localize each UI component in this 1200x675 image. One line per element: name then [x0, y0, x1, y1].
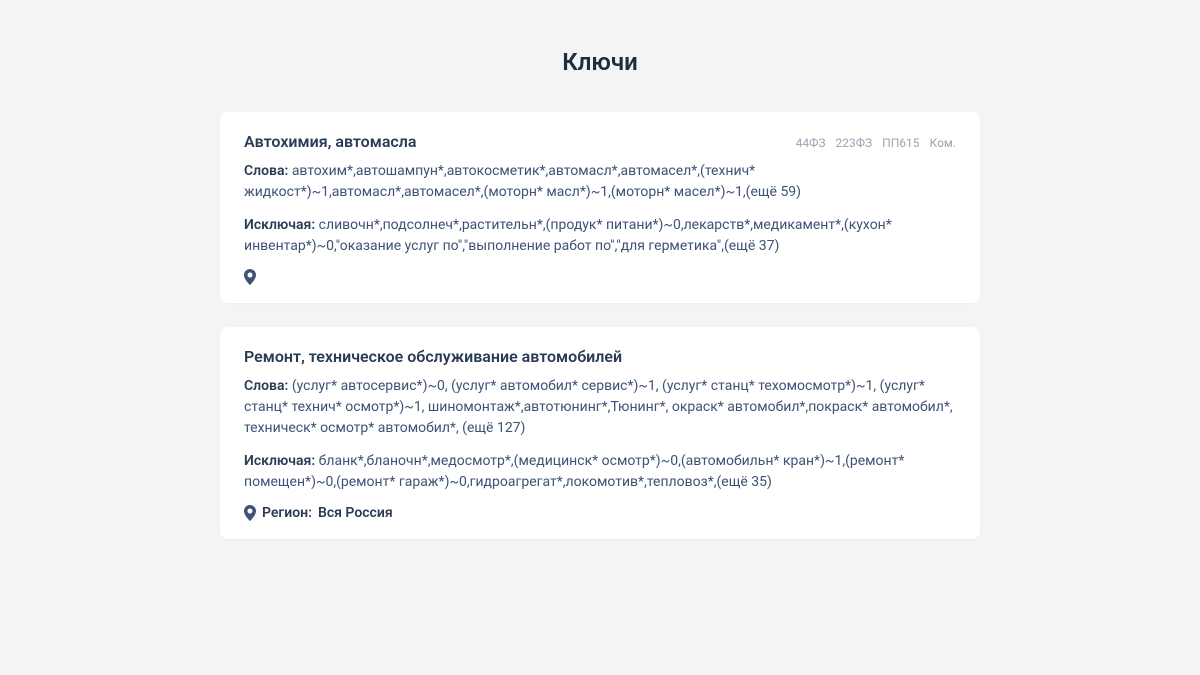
exclude-field: Исключая: сливочн*,подсолнеч*,растительн… [244, 215, 956, 257]
region-label: Регион: [262, 505, 312, 521]
page-title: Ключи [220, 48, 980, 76]
words-value: автохим*,автошампун*,автокосметик*,автом… [244, 163, 801, 200]
region-row: Регион: Вся Россия [244, 505, 956, 521]
words-field: Слова: автохим*,автошампун*,автокосметик… [244, 161, 956, 203]
card-title: Автохимия, автомасла [244, 132, 416, 151]
words-field: Слова: (услуг* автосервис*)~0, (услуг* а… [244, 376, 956, 439]
badge: ПП615 [882, 136, 919, 150]
exclude-label: Исключая: [244, 217, 315, 233]
badge: Ком. [930, 136, 956, 150]
badge: 223ФЗ [836, 136, 873, 150]
key-card: Ремонт, техническое обслуживание автомоб… [220, 327, 980, 539]
card-header: Ремонт, техническое обслуживание автомоб… [244, 347, 956, 366]
badge: 44ФЗ [796, 136, 826, 150]
card-header: Автохимия, автомасла 44ФЗ 223ФЗ ПП615 Ко… [244, 132, 956, 151]
exclude-value: сливочн*,подсолнеч*,растительн*,(продук*… [244, 217, 892, 254]
exclude-label: Исключая: [244, 453, 315, 469]
exclude-field: Исключая: бланк*,бланочн*,медосмотр*,(ме… [244, 451, 956, 493]
key-card: Автохимия, автомасла 44ФЗ 223ФЗ ПП615 Ко… [220, 112, 980, 303]
exclude-value: бланк*,бланочн*,медосмотр*,(медицинск* о… [244, 453, 904, 490]
badge-list: 44ФЗ 223ФЗ ПП615 Ком. [796, 136, 956, 150]
words-value: (услуг* автосервис*)~0, (услуг* автомоби… [244, 378, 953, 436]
region-value: Вся Россия [318, 505, 393, 521]
words-label: Слова: [244, 378, 288, 394]
region-row [244, 269, 956, 285]
location-pin-icon [244, 269, 256, 285]
words-label: Слова: [244, 163, 288, 179]
card-title: Ремонт, техническое обслуживание автомоб… [244, 347, 622, 366]
location-pin-icon [244, 505, 256, 521]
